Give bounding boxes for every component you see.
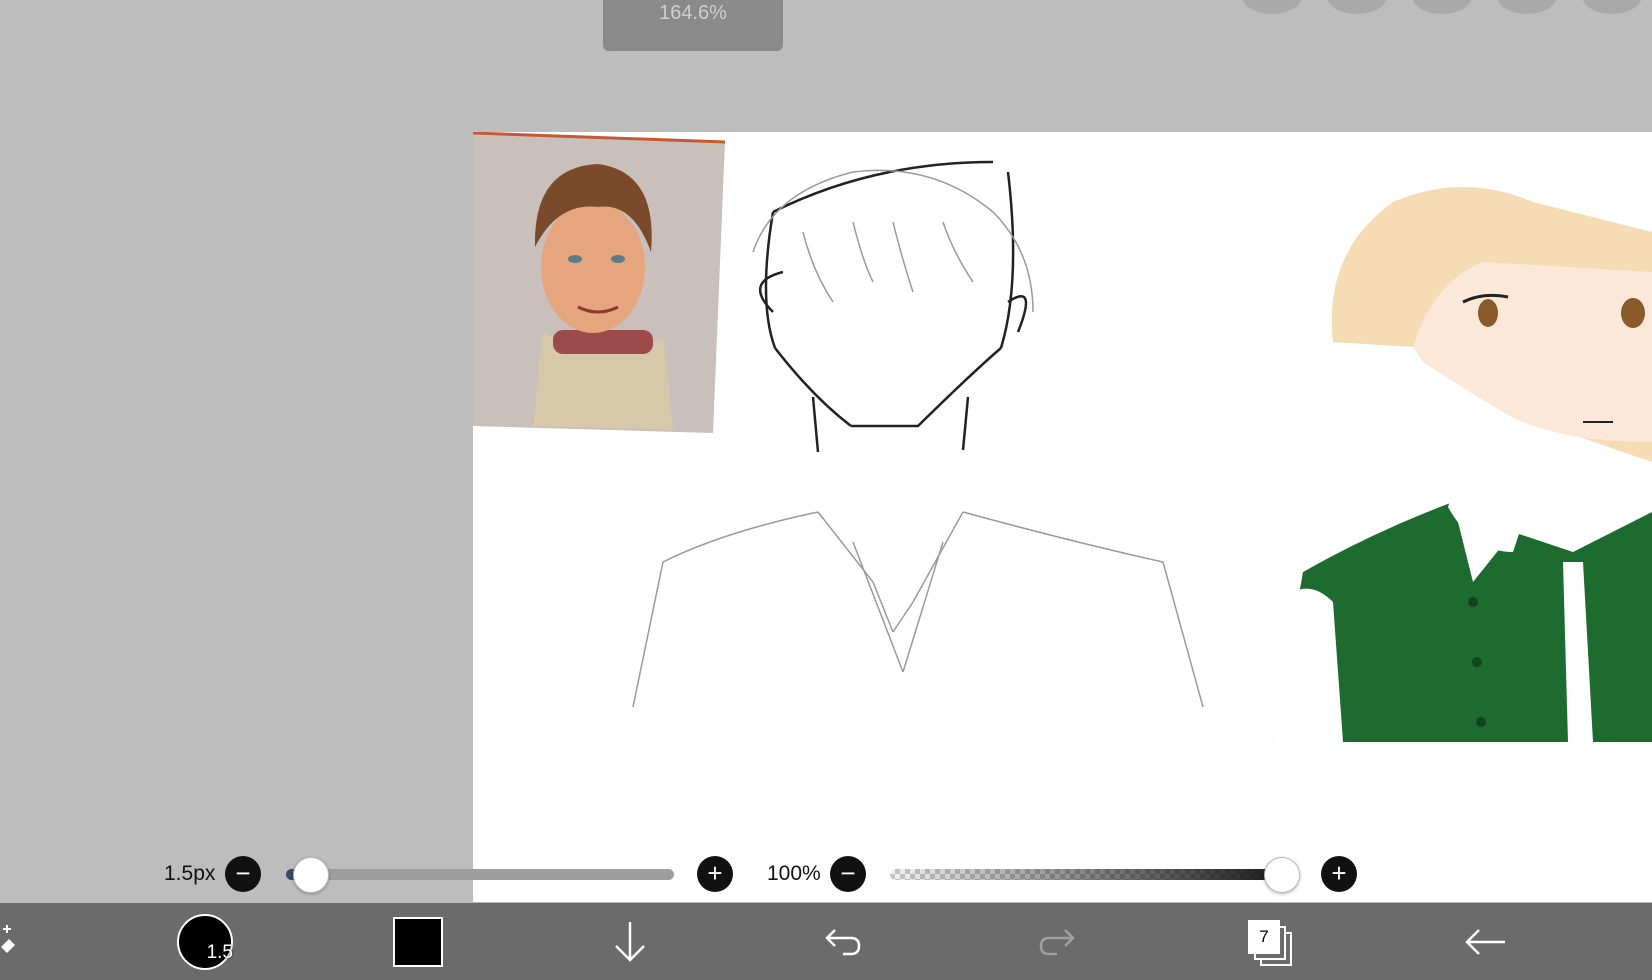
opacity-handle[interactable] (1264, 857, 1300, 893)
zoom-value: 164.6% (659, 2, 727, 24)
download-button[interactable] (605, 903, 655, 980)
opacity-label: 100% (767, 862, 821, 885)
drawing-canvas[interactable] (473, 132, 1652, 902)
zoom-indicator: 164.6% (603, 0, 783, 51)
brush-button[interactable]: 1.5 (175, 903, 235, 980)
menu-circle-button[interactable] (1497, 0, 1557, 14)
transform-button[interactable] (0, 903, 20, 980)
undo-button[interactable] (818, 903, 868, 980)
back-button[interactable] (1460, 903, 1510, 980)
minus-icon: − (235, 858, 251, 888)
brush-size-label: 1.5px (164, 862, 216, 885)
opacity-increase-button[interactable]: + (1321, 856, 1357, 892)
brush-size-increase-button[interactable]: + (697, 856, 733, 892)
top-menu-buttons (1242, 0, 1642, 14)
plus-icon: + (707, 858, 723, 888)
menu-circle-button[interactable] (1327, 0, 1387, 14)
undo-icon (825, 928, 861, 955)
bottom-toolbar: 1.5 7 (0, 903, 1652, 980)
layers-button[interactable]: 7 (1245, 903, 1295, 980)
color-swatch (393, 916, 443, 967)
minus-icon: − (840, 858, 856, 888)
reference-image (473, 132, 726, 433)
layers-icon: 7 (1248, 919, 1292, 966)
opacity-decrease-button[interactable]: − (830, 856, 866, 892)
redo-icon (1039, 928, 1075, 955)
brush-size-handle[interactable] (292, 857, 329, 893)
plus-icon: + (1331, 858, 1347, 888)
layer-count: 7 (1248, 919, 1280, 954)
brush-preview: 1.5 (177, 913, 233, 970)
brush-controls: 1.5px − + 100% − + (0, 852, 1652, 896)
back-arrow-icon (1465, 928, 1505, 955)
redo-button[interactable] (1032, 903, 1082, 980)
brush-preview-size: 1.5 (206, 941, 233, 963)
menu-circle-button[interactable] (1242, 0, 1302, 14)
download-icon (615, 921, 645, 962)
menu-circle-button[interactable] (1412, 0, 1472, 14)
brush-size-slider[interactable] (286, 869, 674, 880)
transform-icon (1, 924, 15, 953)
colored-character (1273, 187, 1652, 742)
color-button[interactable] (392, 903, 444, 980)
opacity-slider[interactable] (890, 869, 1294, 880)
brush-size-decrease-button[interactable]: − (225, 856, 261, 892)
sketch-figure (758, 160, 1028, 453)
artwork (473, 132, 1652, 742)
menu-circle-button[interactable] (1582, 0, 1642, 14)
